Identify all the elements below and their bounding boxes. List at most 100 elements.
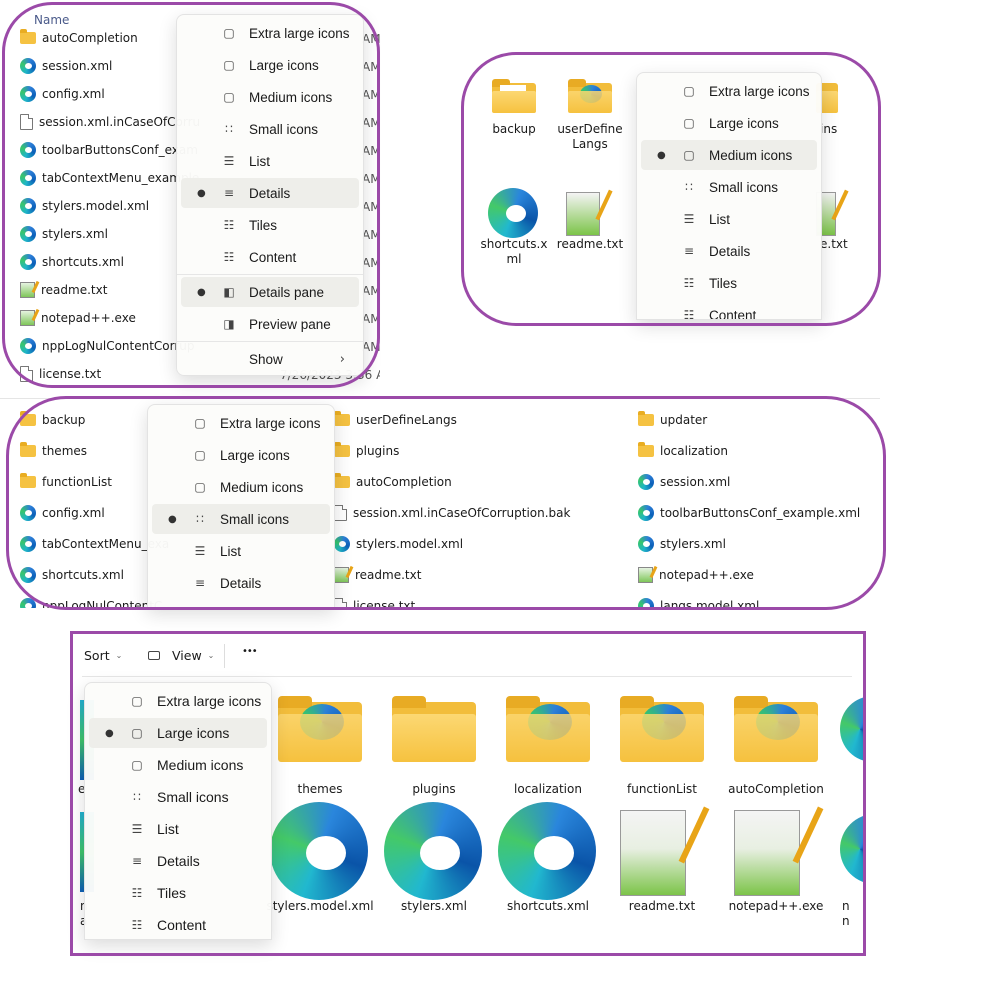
file-item[interactable]: nppLogNulContentC [20,596,162,608]
menu-item-content[interactable]: ☷ Content [89,910,267,939]
menu-item-list[interactable]: ☰ List [152,536,330,566]
file-row[interactable]: readme.txt [20,280,107,300]
modified-time: AM [362,32,380,46]
folder-icon[interactable] [734,696,818,762]
menu-item-large-icons[interactable]: ▢ Large icons [641,108,817,138]
file-item[interactable]: updater [638,410,707,430]
menu-item-details-pane[interactable]: ● ◧ Details pane [181,277,359,307]
edge-icon[interactable] [840,696,864,762]
file-row[interactable]: license.txt [20,364,101,384]
menu-item-details[interactable]: ● ≡ Details [181,178,359,208]
monitor-icon [148,651,160,660]
file-icon [334,598,347,608]
menu-item-small-icons[interactable]: ● ∷ Small icons [152,504,330,534]
file-item[interactable]: notepad++.exe [638,565,754,585]
more-options-button[interactable]: ••• [242,646,258,657]
file-item[interactable]: langs.model.xml [638,596,759,608]
menu-item-medium-icons[interactable]: ▢ Medium icons [89,750,267,780]
menu-item-large-icons[interactable]: ● ▢ Large icons [89,718,267,748]
file-row[interactable]: stylers.xml [20,224,108,244]
menu-item-tiles[interactable]: ☷ Tiles [641,268,817,298]
menu-item-extra-large-icons[interactable]: ▢ Extra large icons [152,408,330,438]
menu-item-list[interactable]: ☰ List [641,204,817,234]
file-row[interactable]: notepad++.exe [20,308,136,328]
notepad-icon[interactable] [734,810,800,896]
edge-icon[interactable] [270,802,368,900]
menu-item-large-icons[interactable]: ▢ Large icons [181,50,359,80]
folder-icon[interactable] [278,696,362,762]
file-item[interactable]: plugins [334,441,399,461]
view-button[interactable]: View ⌄ [148,648,214,663]
file-item[interactable]: toolbarButtonsConf_example.xml [638,503,860,523]
menu-item-label: Small icons [709,179,779,195]
menu-item-extra-large-icons[interactable]: ▢ Extra large icons [181,18,359,48]
notepad-icon[interactable] [620,810,686,896]
file-item[interactable]: userDefineLangs [334,410,457,430]
menu-item-details[interactable]: ≡ Details [152,568,330,598]
file-name: stylers.xml [660,537,726,551]
file-row[interactable]: nppLogNulContentCorrup [20,336,195,356]
folder-icon[interactable] [392,696,476,762]
menu-item-medium-icons[interactable]: ● ▢ Medium icons [641,140,817,170]
folder-icon[interactable] [492,79,536,113]
menu-item-list[interactable]: ☰ List [181,146,359,176]
sort-label: Sort [84,648,110,663]
file-item[interactable]: stylers.model.xml [334,534,463,554]
file-item[interactable]: autoCompletion [334,472,452,492]
edge-icon[interactable] [840,814,864,884]
file-item[interactable]: readme.txt [334,565,421,585]
menu-item-medium-icons[interactable]: ▢ Medium icons [181,82,359,112]
file-row[interactable]: session.xml [20,56,112,76]
menu-item-medium-icons[interactable]: ▢ Medium icons [152,472,330,502]
file-item[interactable]: stylers.xml [638,534,726,554]
file-item[interactable]: session.xml.inCaseOfCorruption.bak [334,503,570,523]
file-item[interactable]: localization [638,441,728,461]
file-name: updater [660,413,708,427]
edge-icon[interactable] [488,188,538,238]
file-item[interactable]: functionList [20,472,112,492]
menu-item-show[interactable]: Show › [181,344,359,374]
menu-item-preview-pane[interactable]: ◨ Preview pane [181,309,359,339]
menu-item-large-icons[interactable]: ▢ Large icons [152,440,330,470]
menu-item-content[interactable]: ☷ Content [181,242,359,272]
menu-item-extra-large-icons[interactable]: ▢ Extra large icons [89,686,267,716]
file-name: shortcuts.xml [42,255,124,269]
menu-item-details[interactable]: ≡ Details [641,236,817,266]
file-item[interactable]: backup [20,410,85,430]
file-name: config.xml [42,506,105,520]
edge-icon[interactable] [498,802,596,900]
folder-icon[interactable] [568,79,612,113]
folder-icon[interactable] [620,696,704,762]
notepad-icon[interactable] [566,192,600,236]
menu-item-tiles[interactable]: ☷ Tiles [89,878,267,908]
file-item[interactable]: license.txt [334,596,415,608]
menu-item-list[interactable]: ☰ List [89,814,267,844]
file-row[interactable]: autoCompletion [20,28,138,48]
file-item[interactable]: shortcuts.xml [20,565,124,585]
file-row[interactable]: config.xml [20,84,105,104]
file-row[interactable]: stylers.model.xml [20,196,149,216]
column-header-name[interactable]: Name [34,13,69,27]
folder-icon[interactable] [506,696,590,762]
menu-item-label: Extra large icons [220,415,321,431]
edge-icon [20,142,36,158]
menu-item-small-icons[interactable]: ∷ Small icons [181,114,359,144]
menu-item-details[interactable]: ≡ Details [89,846,267,876]
sort-button[interactable]: Sort ⌄ [84,648,122,663]
menu-item-small-icons[interactable]: ∷ Small icons [89,782,267,812]
file-item[interactable]: themes [20,441,87,461]
file-item[interactable]: session.xml [638,472,730,492]
file-row[interactable]: session.xml.inCaseOfCorru [20,112,200,132]
menu-item-extra-large-icons[interactable]: ▢ Extra large icons [641,76,817,106]
menu-item-small-icons[interactable]: ∷ Small icons [641,172,817,202]
file-row[interactable]: shortcuts.xml [20,252,124,272]
edge-icon[interactable] [384,802,482,900]
file-row[interactable]: toolbarButtonsConf_exam [20,140,198,160]
menu-item-tiles[interactable]: ☷ Tiles [181,210,359,240]
large-icons-icon: ▢ [131,726,143,740]
item-label: plugins [412,782,456,796]
file-item[interactable]: config.xml [20,503,105,523]
edge-icon [20,338,36,354]
menu-item-content[interactable]: ☷ Content [641,300,817,320]
file-row[interactable]: tabContextMenu_example [20,168,199,188]
